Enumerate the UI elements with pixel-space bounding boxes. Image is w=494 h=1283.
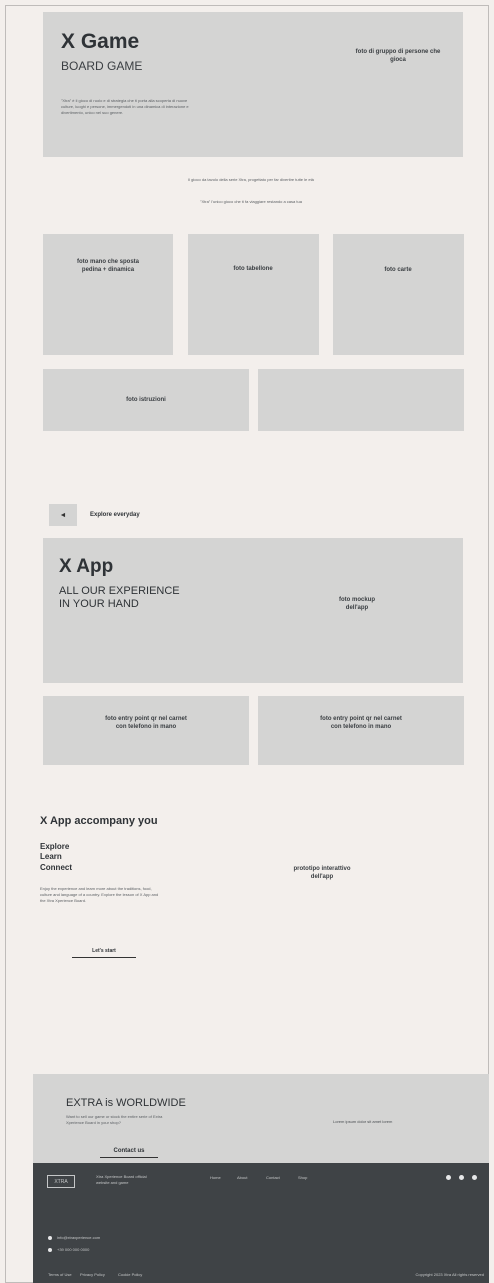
hero-photo-caption: foto di gruppo di persone che gioca: [355, 49, 441, 63]
photo-card-hand: foto mano che sposta pedina + dinamica: [43, 234, 173, 355]
accompany-body: Enjoy the experience and learn more abou…: [40, 886, 159, 903]
accompany-title: X App accompany you: [40, 815, 158, 827]
photo-card-caption: foto istruzioni: [126, 397, 166, 403]
instagram-icon[interactable]: [459, 1175, 464, 1180]
footer-contact-phone[interactable]: +39 000 000 0000: [57, 1247, 89, 1253]
footer-nav-about[interactable]: About: [237, 1175, 247, 1181]
footer-link-privacy[interactable]: Privacy Policy: [80, 1272, 105, 1278]
hero-body: "Xtra" è il gioco di ruolo e di strategi…: [61, 98, 189, 115]
hero-banner: X Game BOARD GAME "Xtra" è il gioco di r…: [43, 12, 463, 157]
app-mockup-caption: foto mockup dell'app: [339, 597, 375, 611]
explore-label: Explore everyday: [90, 512, 140, 518]
accompany-item-explore: Explore: [40, 842, 70, 851]
intro-line-2: "Xtra" l'unico gioco che ti fa viaggiare…: [200, 199, 302, 204]
photo-card-empty: [258, 369, 464, 431]
lets-start-underline: [72, 957, 136, 958]
footer-contact-email[interactable]: info@xtraxperience.com: [57, 1235, 100, 1241]
app-banner: X App ALL OUR EXPERIENCE IN YOUR HAND fo…: [43, 538, 463, 683]
prototype-caption: prototipo interattivo dell'app: [293, 866, 351, 880]
hero-title: X Game: [61, 30, 140, 53]
accompany-item-connect: Connect: [40, 863, 72, 872]
footer-copyright: Copyright 2023 Xtra All rights reserved: [415, 1272, 484, 1277]
photo-card-caption: foto mano che sposta pedina + dinamica: [76, 259, 139, 273]
phone-icon: [48, 1248, 52, 1252]
footer-logo[interactable]: XTRA: [47, 1175, 75, 1188]
footer-nav-contact[interactable]: Contact: [266, 1175, 280, 1181]
mail-icon: [48, 1236, 52, 1240]
contact-us-button[interactable]: Contact us: [100, 1148, 158, 1154]
twitter-icon[interactable]: [472, 1175, 477, 1180]
app-subtitle-line-1: ALL OUR EXPERIENCE: [59, 585, 180, 597]
explore-back-button[interactable]: ◄: [49, 504, 77, 526]
app-photo-card: foto entry point qr nel carnet con telef…: [258, 696, 464, 765]
app-photo-card: foto entry point qr nel carnet con telef…: [43, 696, 249, 765]
app-photo-caption: foto entry point qr nel carnet con telef…: [105, 716, 187, 730]
footer-tagline: Xtra Xperience Board official website an…: [96, 1174, 147, 1185]
photo-card-cards: foto carte: [333, 234, 464, 355]
facebook-icon[interactable]: [446, 1175, 451, 1180]
app-photo-caption: foto entry point qr nel carnet con telef…: [320, 716, 402, 730]
footer-nav-shop[interactable]: Shop: [298, 1175, 307, 1181]
accompany-item-learn: Learn: [40, 852, 62, 861]
hero-subtitle: BOARD GAME: [61, 59, 143, 73]
extra-title: EXTRA is WORLDWIDE: [66, 1097, 186, 1109]
intro-line-1: Il gioco da tavolo della serie Xtra, pro…: [188, 177, 314, 182]
extra-body: Want to sell our game or stock the entir…: [66, 1114, 163, 1125]
contact-us-underline: [100, 1157, 158, 1158]
photo-card-board: foto tabellone: [188, 234, 319, 355]
app-title: X App: [59, 556, 114, 577]
photo-card-instructions: foto istruzioni: [43, 369, 249, 431]
arrow-left-icon: ◄: [59, 511, 67, 519]
app-subtitle-line-2: IN YOUR HAND: [59, 598, 139, 610]
footer-link-terms[interactable]: Terms of Use: [48, 1272, 72, 1278]
lets-start-button[interactable]: Let's start: [72, 948, 136, 954]
footer-link-cookie[interactable]: Cookie Policy: [118, 1272, 142, 1278]
extra-right-text: Lorem ipsum dolor sit amet lorem: [333, 1119, 393, 1124]
photo-card-caption: foto tabellone: [233, 266, 273, 272]
footer-logo-text: XTRA: [54, 1178, 68, 1185]
photo-card-caption: foto carte: [384, 267, 412, 273]
footer-nav-home[interactable]: Home: [210, 1175, 221, 1181]
